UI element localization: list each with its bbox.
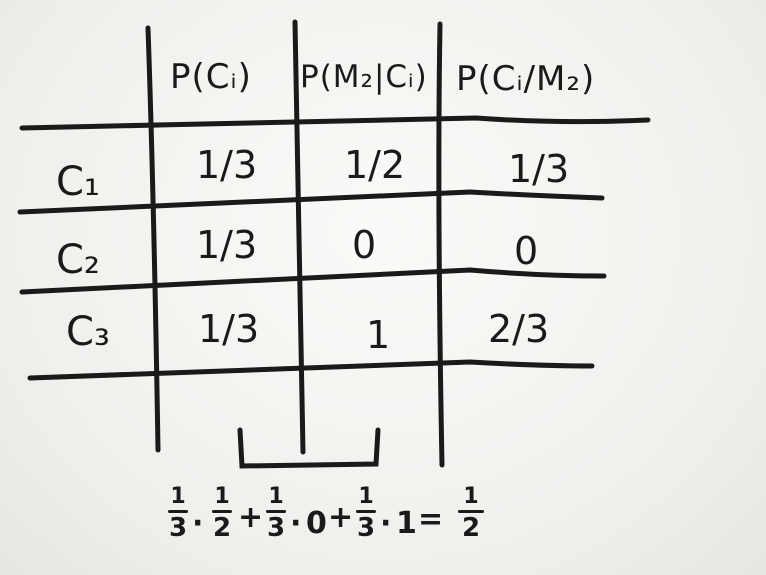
eq-term2-num: 1 [268, 484, 284, 509]
cell-c2-posterior: 0 [514, 229, 539, 273]
eq-term1-times-den: 2 [212, 513, 232, 543]
row-label-c3: C₃ [66, 309, 110, 355]
eq-op-2: + [238, 500, 264, 535]
cell-c1-posterior: 1/3 [508, 147, 570, 191]
eq-term3-den: 3 [356, 513, 376, 543]
header-prior: P(Cᵢ) [170, 57, 252, 97]
eq-op-4: + [328, 500, 354, 535]
cell-c2-prior: 1/3 [196, 223, 258, 267]
eq-term1-fraction: 1 3 [168, 486, 188, 541]
grid-line-col3 [436, 21, 445, 468]
eq-term3-num: 1 [358, 484, 374, 509]
eq-term1-second-fraction: 1 2 [212, 486, 232, 541]
eq-op-5: · [380, 506, 392, 541]
eq-result-fraction: 1 2 [458, 486, 484, 541]
eq-op-1: · [192, 506, 204, 541]
row-label-c2: C₂ [56, 237, 100, 283]
eq-result-den: 2 [461, 513, 481, 543]
cell-c2-likelihood: 0 [352, 223, 377, 267]
cell-c3-posterior: 2/3 [488, 307, 550, 351]
bracket [237, 427, 381, 469]
header-posterior: P(Cᵢ/M₂) [456, 59, 596, 99]
row-label-c1: C₁ [56, 159, 100, 205]
header-likelihood: P(M₂|Cᵢ) [300, 59, 428, 95]
eq-op-3: · [290, 506, 302, 541]
cell-c1-likelihood: 1/2 [344, 143, 406, 187]
eq-term2-fraction: 1 3 [266, 486, 286, 541]
cell-c3-likelihood: 1 [366, 313, 391, 357]
eq-term1-den: 3 [168, 513, 188, 543]
cell-c3-prior: 1/3 [198, 307, 260, 351]
grid-line-row1 [17, 189, 605, 215]
eq-term3-times: 1 [396, 506, 417, 541]
eq-term1-num: 1 [170, 484, 186, 509]
grid-line-header [19, 115, 651, 131]
eq-term1-times-num: 1 [214, 484, 230, 509]
eq-term2-times: 0 [306, 506, 327, 541]
grid-line-row3 [27, 359, 595, 381]
grid-line-row2 [19, 267, 607, 295]
whiteboard: P(Cᵢ) P(M₂|Cᵢ) P(Cᵢ/M₂) C₁ C₂ C₃ 1/3 1/2… [0, 0, 766, 575]
eq-term3-fraction: 1 3 [356, 486, 376, 541]
eq-equals: = [418, 502, 444, 537]
eq-result-num: 1 [463, 484, 479, 509]
eq-term2-den: 3 [266, 513, 286, 543]
grid-line-col1 [145, 25, 161, 453]
cell-c1-prior: 1/3 [196, 143, 258, 187]
